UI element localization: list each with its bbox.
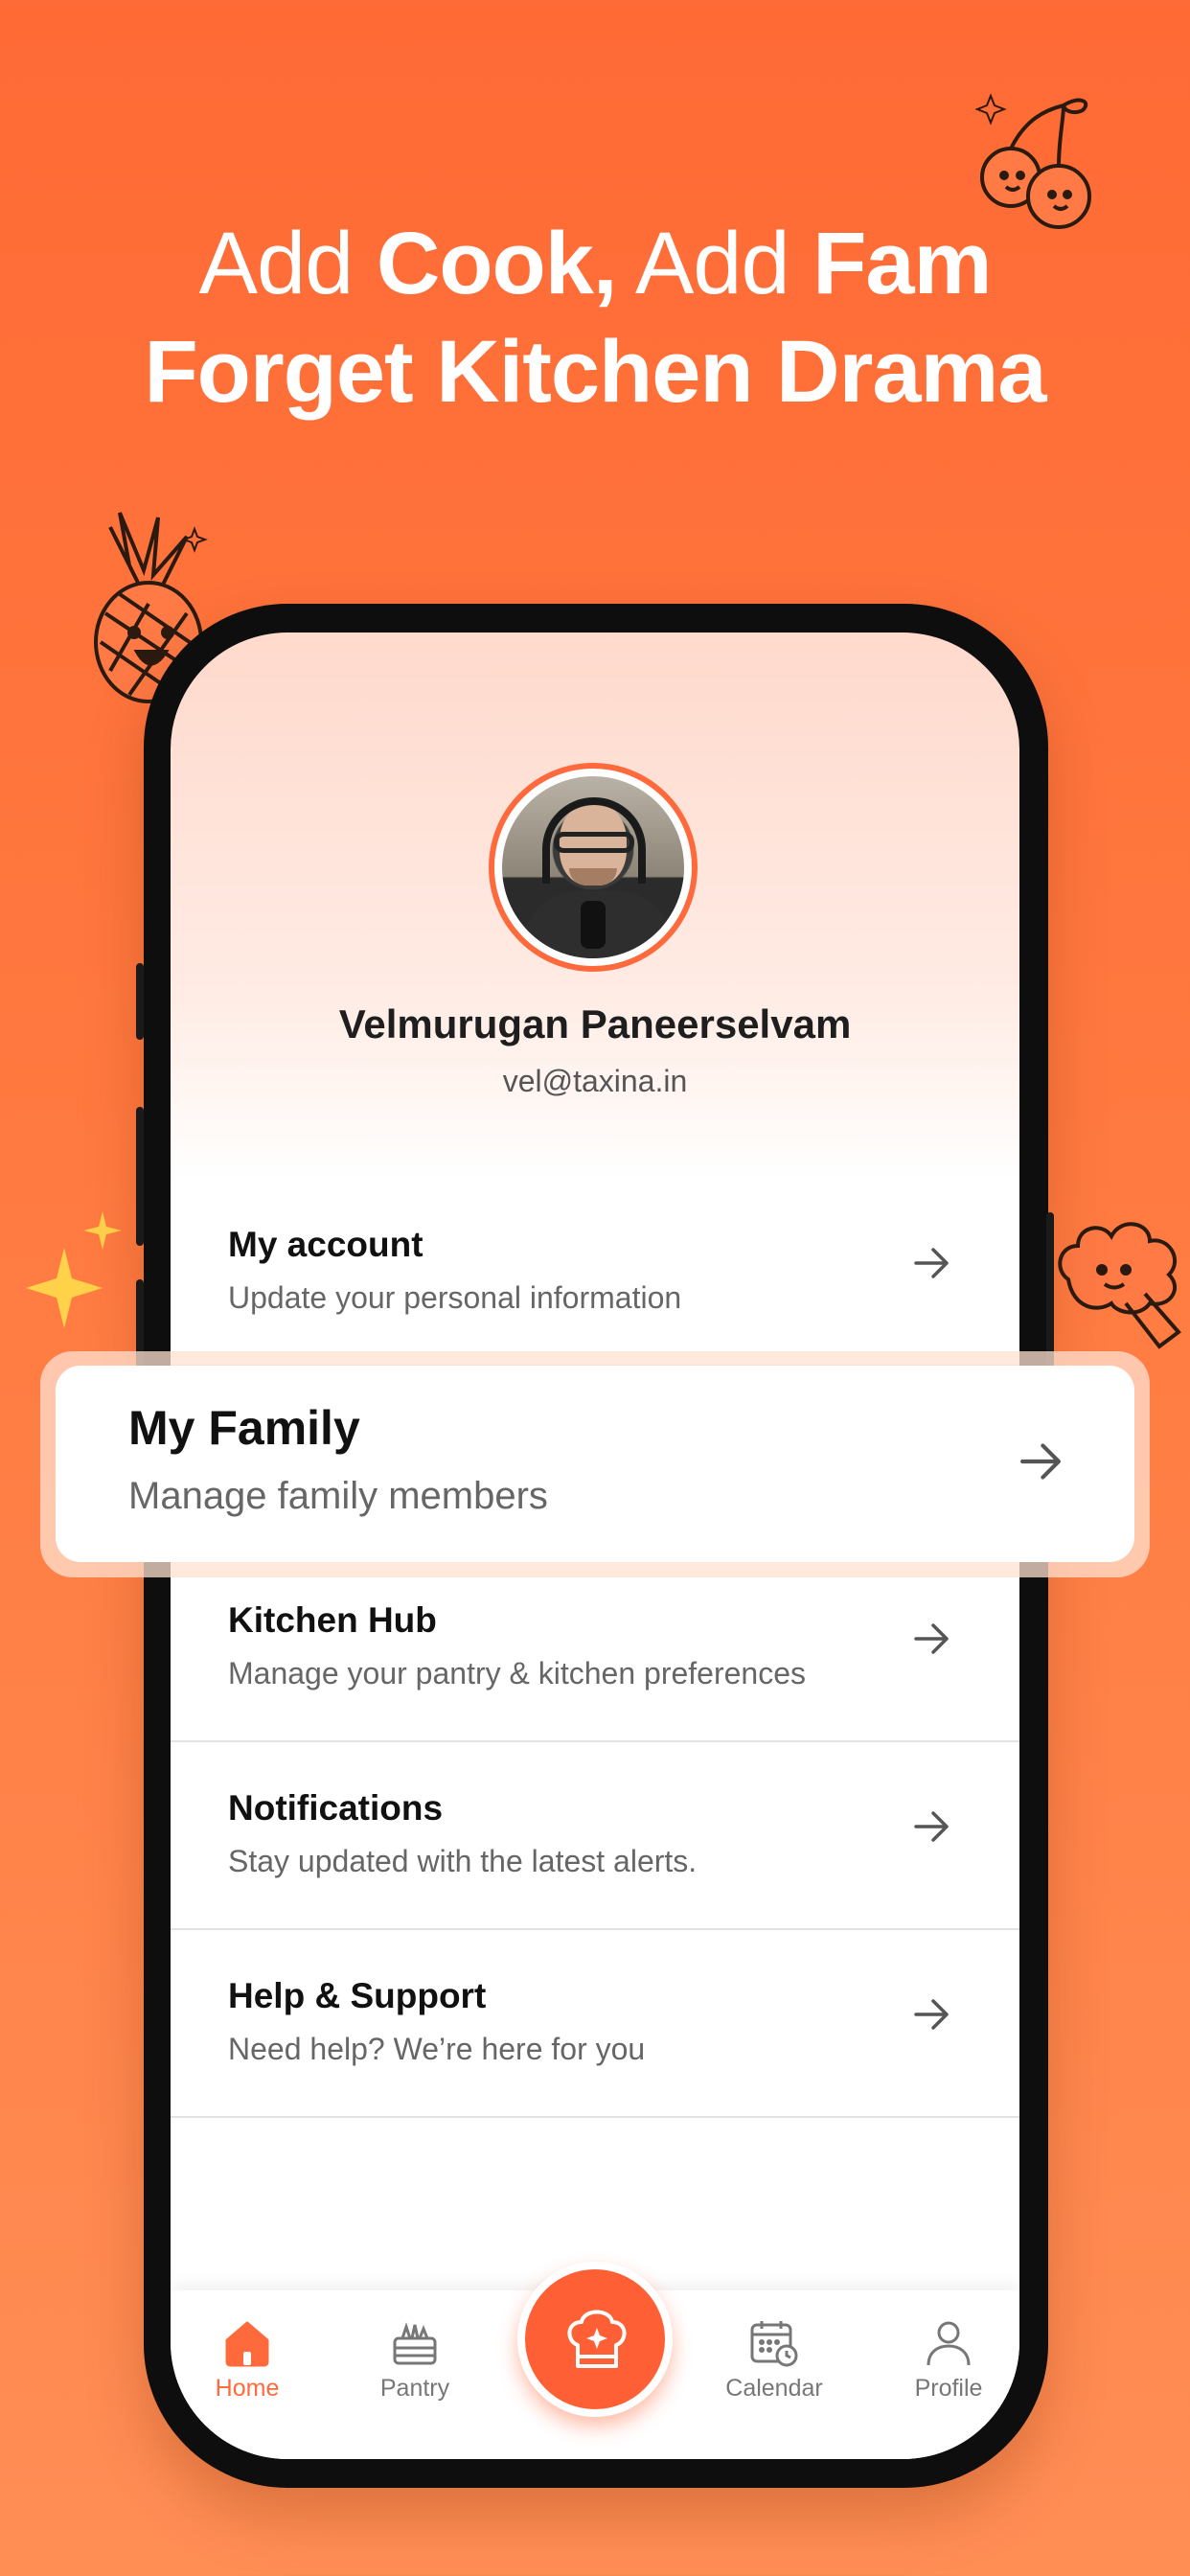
arrow-right-icon [914,1248,949,1278]
tab-label: Calendar [725,2375,823,2402]
tab-profile[interactable]: Profile [872,2319,1019,2403]
tab-calendar[interactable]: Calendar [698,2319,851,2403]
avatar-photo [502,776,684,958]
user-email: vel@taxina.in [502,1064,688,1098]
tab-label: Home [215,2375,280,2402]
cherries-doodle [974,93,1091,229]
arrow-right-icon [914,1811,949,1842]
chef-hat-button[interactable] [517,2262,673,2417]
broccoli-doodle [1058,1222,1181,1349]
calendar-icon [750,2321,798,2367]
menu-item-title: My Family [128,1401,360,1455]
chef-hat-icon [567,2310,627,2368]
menu-item-title: My account [228,1225,423,1264]
phone-side-button [136,963,144,1040]
avatar[interactable] [489,763,698,972]
menu-item-title: Kitchen Hub [228,1600,437,1640]
tab-label: Pantry [379,2375,450,2402]
arrow-right-icon [914,1623,949,1654]
tab-home[interactable]: Home [171,2319,324,2403]
menu-item-subtitle: Manage your pantry & kitchen preferences [228,1656,806,1690]
phone-volume-up [136,1107,144,1246]
arrow-right-icon [1020,1443,1061,1480]
menu-item-subtitle: Manage family members [128,1475,548,1517]
menu-item-title: Help & Support [228,1976,487,2015]
menu-item-title: Notifications [228,1788,444,1828]
menu-item-my-account[interactable]: My account Update your personal informat… [171,1179,1019,1367]
menu-item-notifications[interactable]: Notifications Stay updated with the late… [171,1742,1019,1930]
tab-label: Profile [914,2375,983,2402]
pantry-icon [393,2322,437,2365]
menu-item-subtitle: Update your personal information [228,1280,682,1315]
user-name: Velmurugan Paneerselvam [338,1001,852,1046]
home-icon [225,2321,269,2367]
profile-icon [927,2321,971,2366]
headline-line-2: Forget Kitchen Drama [144,323,1046,421]
menu-item-my-family[interactable]: My Family Manage family members [56,1366,1134,1562]
sparkles-icon [26,1211,122,1328]
menu-item-help-support[interactable]: Help & Support Need help? We’re here for… [171,1930,1019,2118]
menu-item-subtitle: Stay updated with the latest alerts. [228,1844,698,1878]
menu-item-subtitle: Need help? We’re here for you [228,2032,646,2066]
arrow-right-icon [914,1999,949,2030]
menu-item-kitchen-hub[interactable]: Kitchen Hub Manage your pantry & kitchen… [171,1554,1019,1742]
tab-pantry[interactable]: Pantry [338,2319,492,2403]
bottom-tab-bar: Home Pantry Calendar Profile [171,2262,1019,2459]
